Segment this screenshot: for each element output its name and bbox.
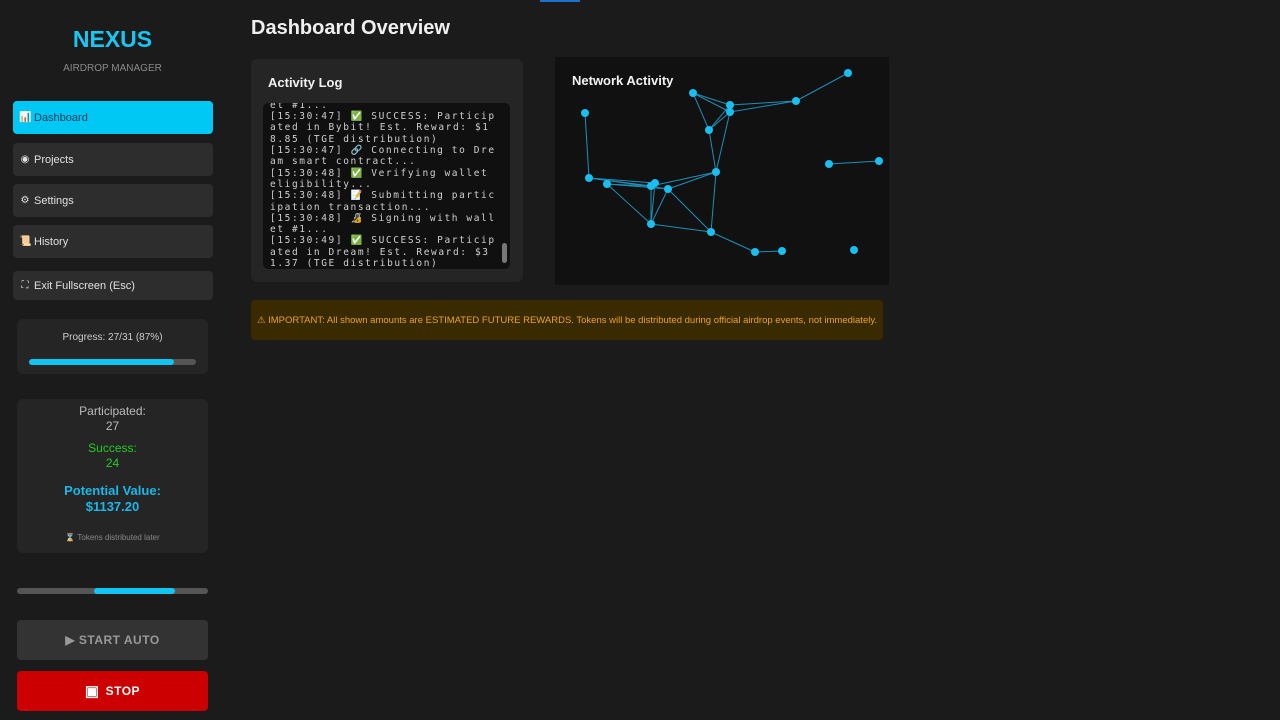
warning-banner: ⚠ IMPORTANT: All shown amounts are ESTIM… [251,300,883,340]
network-link [710,231,756,253]
page-title: Dashboard Overview [251,17,450,39]
chart-icon: 📊 [19,112,32,123]
success-value: 24 [105,456,120,470]
progress-card [17,319,208,374]
network-node [844,69,852,77]
log-entry: [15:30:47] 🔗 Connecting to Dream smart c… [270,145,496,168]
network-link [650,223,712,233]
potential-value-label: Potential Value: [64,483,161,498]
sidebar-item-label: Exit Fullscreen (Esc) [34,279,135,292]
network-node [603,180,611,188]
stop-button[interactable]: ▣ STOP [17,671,208,711]
logo-subtitle: AIRDROP MANAGER [63,63,162,74]
logo: NEXUS [72,26,153,52]
network-node [581,109,589,117]
network-activity-title: Network Activity [572,73,674,88]
network-node [850,246,858,254]
activity-log-title: Activity Log [268,75,343,90]
top-indicator [540,0,580,2]
network-link [667,188,712,233]
network-link [754,250,783,253]
sidebar-item-dashboard[interactable]: 📊 Dashboard [13,101,213,134]
start-auto-button[interactable]: ▶ START AUTO [17,620,208,660]
network-node [825,160,833,168]
network-link [584,112,590,179]
progress-bar [29,359,196,365]
gear-icon: ⚙ [20,195,30,206]
participated-value: 27 [105,419,120,433]
network-node [792,97,800,105]
network-node [585,174,593,182]
activity-indicator-fill [94,588,175,594]
exit-fullscreen-button[interactable]: ⛶ Exit Fullscreen (Esc) [13,271,213,300]
log-scrollbar[interactable] [502,243,507,263]
network-node [705,126,713,134]
log-entry: [15:30:48] 📝 Submitting participation tr… [270,190,496,213]
network-node [647,220,655,228]
sidebar-item-history[interactable]: 📜 History [13,225,213,258]
network-link [692,92,710,131]
log-entry: [15:30:49] ✅ SUCCESS: Participated in Dr… [270,235,496,269]
success-label: Success: [88,441,137,455]
potential-value: $1137.20 [85,499,140,514]
log-entry: [15:30:48] ✅ Verifying wallet eligibilit… [270,167,489,190]
target-icon: ◉ [20,154,30,165]
network-link [692,92,731,106]
network-activity-panel [555,57,889,285]
network-link [708,129,717,173]
participated-label: Participated: [79,404,146,418]
sidebar: NEXUS AIRDROP MANAGER 📊 Dashboard ◉ Projec… [0,0,225,720]
network-node [651,179,659,187]
log-entry: [15:30:46] 🔏 Signing with wallet #1... [270,103,329,111]
network-link [715,111,731,173]
log-entry: [15:30:47] ✅ SUCCESS: Participated in By… [270,111,496,145]
sidebar-item-label: Settings [34,194,74,207]
network-graph [581,69,883,256]
fullscreen-icon: ⛶ [21,280,29,291]
network-link [606,183,652,225]
network-node [726,108,734,116]
progress-fill [29,359,175,365]
scroll-icon: 📜 [19,236,32,247]
sidebar-item-label: Dashboard [34,111,88,124]
network-node [712,168,720,176]
progress-label: Progress: 27/31 (87%) [62,332,163,343]
sidebar-item-projects[interactable]: ◉ Projects [13,143,213,176]
network-node [875,157,883,165]
network-node [664,185,672,193]
tokens-note: ⌛ Tokens distributed later [65,533,160,542]
activity-indicator [17,588,208,594]
network-link [795,72,849,102]
sidebar-item-label: History [34,235,69,248]
network-link [828,160,880,165]
network-node [751,248,759,256]
network-node [689,89,697,97]
sidebar-item-label: Projects [34,153,74,166]
network-node [726,101,734,109]
sidebar-item-settings[interactable]: ⚙ Settings [13,184,213,217]
stop-icon: ▣ [84,683,100,700]
activity-log[interactable]: [15:30:46] 📝 Submitting participation tr… [263,103,510,269]
stop-label: STOP [105,684,141,698]
network-link [692,92,731,113]
log-entry: [15:30:48] 🔏 Signing with wallet #1... [270,212,496,236]
network-node [707,228,715,236]
network-link [710,171,717,233]
network-node [778,247,786,255]
